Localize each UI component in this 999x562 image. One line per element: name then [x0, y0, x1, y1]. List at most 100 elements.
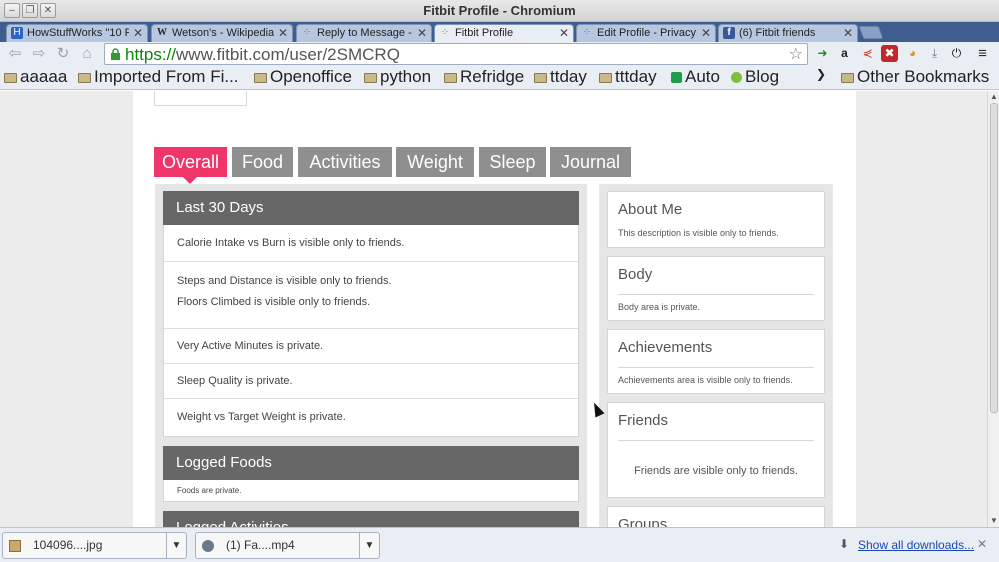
home-icon[interactable]: ⌂ [78, 45, 96, 63]
close-icon[interactable]: ✕ [417, 26, 427, 40]
steps-floors-row: Steps and Distance is visible only to fr… [164, 261, 578, 328]
bookmark-label: python [380, 67, 432, 86]
download-extension-icon[interactable]: ⤓ [926, 45, 943, 62]
url-host-path: www.fitbit.com/user/2SMCRQ [176, 45, 400, 64]
right-column: About Me This description is visible onl… [599, 184, 833, 527]
bookmark-tttday[interactable]: tttday [599, 67, 657, 87]
calorie-intake-row: Calorie Intake vs Burn is visible only t… [177, 237, 405, 249]
tab-sleep[interactable]: Sleep [479, 147, 546, 177]
bookmark-label: Openoffice [270, 67, 352, 86]
download-filename: (1) Fa....mp4 [226, 538, 295, 552]
scrollbar-thumb[interactable] [990, 103, 998, 413]
floors-climbed-text: Floors Climbed is visible only to friend… [177, 296, 371, 308]
tab-food[interactable]: Food [232, 147, 293, 177]
folder-icon [841, 73, 854, 83]
chevron-down-icon[interactable]: ▼ [166, 533, 186, 558]
share-extension-icon[interactable]: ⋞ [859, 45, 876, 62]
plug-extension-icon[interactable]: ⏻ [948, 45, 965, 62]
blog-icon [731, 71, 742, 83]
bookmarks-overflow-chevron-icon[interactable]: ❯ [816, 67, 826, 81]
last-30-days-header: Last 30 Days [163, 191, 579, 225]
close-icon[interactable]: ✕ [843, 26, 853, 40]
tab-journal[interactable]: Journal [550, 147, 631, 177]
profile-page: Overall Food Activities Weight Sleep Jou… [133, 91, 856, 527]
sheets-icon [671, 71, 682, 83]
tab-weight[interactable]: Weight [396, 147, 474, 177]
download-filename: 104096....jpg [33, 538, 103, 552]
amazon-extension-icon[interactable]: a [836, 45, 853, 62]
bookmark-label: Auto [685, 67, 720, 86]
download-item-mp4[interactable]: (1) Fa....mp4 ▼ [195, 532, 380, 559]
bookmark-auto[interactable]: Auto [671, 67, 720, 87]
tab-overall[interactable]: Overall [154, 147, 227, 184]
tab-label: Wetson's - Wikipedia, th [172, 27, 274, 39]
page-viewport: Overall Food Activities Weight Sleep Jou… [0, 91, 987, 527]
close-icon[interactable]: ✕ [278, 26, 288, 40]
back-arrow-icon[interactable]: ⇦ [6, 45, 24, 63]
fitbit-icon: ⁘ [582, 27, 592, 38]
bookmark-star-icon[interactable]: ☆ [789, 44, 803, 64]
bookmark-imported[interactable]: Imported From Fi... [78, 67, 239, 87]
bookmark-openoffice[interactable]: Openoffice [254, 67, 352, 87]
address-bar[interactable]: https://www.fitbit.com/user/2SMCRQ ☆ [104, 43, 808, 65]
very-active-minutes-row: Very Active Minutes is private. [164, 328, 578, 363]
url-text: https://www.fitbit.com/user/2SMCRQ [125, 45, 400, 65]
video-file-icon [202, 540, 214, 552]
bookmark-ttday[interactable]: ttday [534, 67, 587, 87]
bookmark-other[interactable]: Other Bookmarks [841, 67, 989, 87]
bookmark-blog[interactable]: Blog [731, 67, 779, 87]
achievements-divider [618, 367, 814, 368]
bookmark-python[interactable]: python [364, 67, 431, 87]
groups-title: Groups [618, 516, 668, 527]
achievements-title: Achievements [618, 339, 713, 356]
page-scrollbar[interactable]: ▲ ▼ [987, 91, 999, 527]
tab-facebook-friends[interactable]: f (6) Fitbit friends ✕ [718, 24, 858, 42]
adblock-extension-icon[interactable]: ✖ [881, 45, 898, 62]
wikipedia-icon: W [157, 27, 167, 38]
green-arrow-extension-icon[interactable]: ➜ [814, 45, 831, 62]
forward-arrow-icon[interactable]: ⇨ [30, 45, 48, 63]
tab-activities[interactable]: Activities [298, 147, 392, 177]
scroll-up-arrow-icon[interactable]: ▲ [989, 92, 999, 102]
sleep-quality-row: Sleep Quality is private. [164, 363, 578, 398]
reload-icon[interactable]: ↻ [54, 45, 72, 63]
steps-distance-text: Steps and Distance is visible only to fr… [177, 275, 392, 287]
scroll-down-arrow-icon[interactable]: ▼ [989, 516, 999, 526]
friends-text: Friends are visible only to friends. [634, 465, 798, 477]
last-30-days-panel: Calorie Intake vs Burn is visible only t… [163, 225, 579, 437]
close-icon[interactable]: ✕ [559, 26, 569, 40]
close-icon[interactable]: ✕ [133, 26, 143, 40]
tab-fitbit-profile[interactable]: ⁘ Fitbit Profile ✕ [434, 24, 574, 42]
show-all-downloads-link[interactable]: Show all downloads... [858, 538, 974, 552]
about-me-title: About Me [618, 201, 683, 218]
friends-card: Friends Friends are visible only to frie… [607, 402, 825, 498]
folder-icon [4, 73, 17, 83]
bookmark-aaaaa[interactable]: aaaaa [4, 67, 67, 87]
chevron-down-icon[interactable]: ▼ [359, 533, 379, 558]
url-scheme: https:// [125, 45, 177, 64]
achievements-text: Achievements area is visible only to fri… [618, 375, 793, 385]
logged-foods-panel: Foods are private. [163, 480, 579, 502]
body-divider [618, 294, 814, 295]
browser-toolbar: ⇦ ⇨ ↻ ⌂ https://www.fitbit.com/user/2SMC… [0, 42, 999, 66]
tab-reply-message[interactable]: ⁘ Reply to Message - Fitbit ✕ [296, 24, 432, 42]
tab-howstuffworks[interactable]: H HowStuffWorks "10 Rea ✕ [6, 24, 148, 42]
close-icon[interactable]: ✕ [701, 26, 711, 40]
body-text: Body area is private. [618, 302, 701, 312]
tab-wikipedia[interactable]: W Wetson's - Wikipedia, th ✕ [151, 24, 293, 42]
bookmark-label: Blog [745, 67, 780, 86]
tab-label: Reply to Message - Fitbit [317, 27, 413, 39]
tab-label: Edit Profile - Privacy Se [597, 27, 697, 39]
piggy-extension-icon[interactable]: ◕ [904, 45, 921, 62]
download-item-jpg[interactable]: 104096....jpg ▼ [2, 532, 187, 559]
close-icon[interactable]: ✕ [977, 537, 987, 551]
new-tab-button[interactable] [858, 26, 884, 39]
bookmark-label: Imported From Fi... [94, 67, 239, 86]
menu-icon[interactable]: ≡ [974, 45, 991, 62]
bookmark-label: aaaaa [20, 67, 68, 86]
tab-edit-profile[interactable]: ⁘ Edit Profile - Privacy Se ✕ [576, 24, 716, 42]
download-arrow-icon: ⬇ [839, 537, 850, 551]
bookmark-refridge[interactable]: Refridge [444, 67, 524, 87]
bookmark-label: Refridge [460, 67, 525, 86]
friends-title: Friends [618, 412, 669, 429]
